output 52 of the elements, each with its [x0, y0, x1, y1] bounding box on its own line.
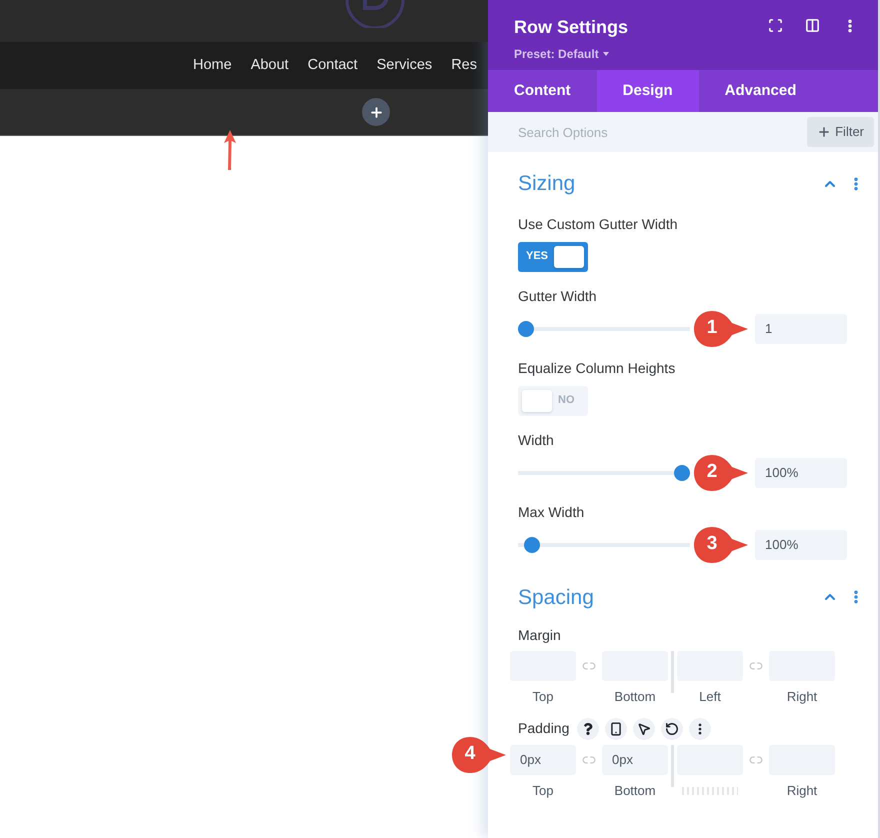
add-button[interactable]	[362, 98, 390, 126]
nav-link[interactable]: Services	[376, 54, 432, 76]
field-caption: Top	[532, 688, 554, 706]
field-caption: Top	[532, 782, 554, 800]
field-caption: Right	[786, 688, 818, 706]
slider-thumb[interactable]	[524, 536, 540, 552]
search-field[interactable]: Search Options	[488, 112, 808, 152]
spacing-field[interactable]: 0px	[602, 744, 668, 774]
focus-icon[interactable]	[768, 18, 783, 33]
toggle-switch[interactable]: YES	[518, 242, 588, 272]
value-field[interactable]: 100%	[755, 530, 847, 560]
plus-icon	[817, 125, 832, 139]
tab[interactable]: Content	[488, 70, 597, 112]
cursor-icon[interactable]	[633, 718, 656, 740]
slider-thumb[interactable]	[518, 320, 534, 336]
slider-thumb[interactable]	[674, 464, 690, 480]
field-caption: Right	[786, 782, 818, 800]
setting-label: Width	[518, 430, 555, 450]
step-callout: 1	[692, 308, 750, 348]
section-title: Sizing	[518, 171, 576, 197]
help-icon[interactable]	[577, 718, 600, 740]
nav-link[interactable]: Contact	[308, 54, 358, 76]
field-label: Margin	[518, 626, 561, 645]
tab[interactable]: Advanced	[698, 70, 822, 112]
columns-icon[interactable]	[805, 18, 820, 33]
step-callout: 4	[450, 734, 508, 774]
caret-icon	[602, 52, 609, 56]
field-caption: Left	[699, 688, 721, 706]
panel-title: Row Settings	[514, 16, 628, 39]
value-field[interactable]: 1	[755, 314, 847, 344]
value-field[interactable]: 100%	[755, 458, 847, 488]
field-caption: Bottom	[614, 782, 656, 800]
step-callout: 2	[692, 452, 750, 492]
nav-link[interactable]: About	[250, 54, 289, 76]
setting-label: Use Custom Gutter Width	[518, 214, 678, 234]
nav-link[interactable]: Res	[451, 54, 477, 76]
tab[interactable]: Design	[596, 70, 699, 112]
preset-dropdown[interactable]: Preset: Default	[514, 45, 628, 63]
reset-icon[interactable]	[661, 718, 684, 740]
step-callout: 3	[692, 524, 750, 564]
setting-label: Equalize Column Heights	[518, 358, 676, 378]
phone-icon[interactable]	[605, 718, 628, 740]
more-icon[interactable]	[689, 718, 712, 740]
section-title: Spacing	[518, 584, 594, 610]
nav-link[interactable]: Home	[193, 54, 232, 76]
filter-button[interactable]: Filter	[807, 117, 874, 147]
setting-label: Max Width	[518, 502, 586, 522]
plus-icon	[368, 104, 384, 120]
field-caption: Bottom	[614, 688, 656, 706]
spacing-field[interactable]: 0px	[510, 744, 576, 774]
setting-label: Gutter Width	[518, 286, 598, 306]
field-label: Padding	[518, 719, 570, 738]
